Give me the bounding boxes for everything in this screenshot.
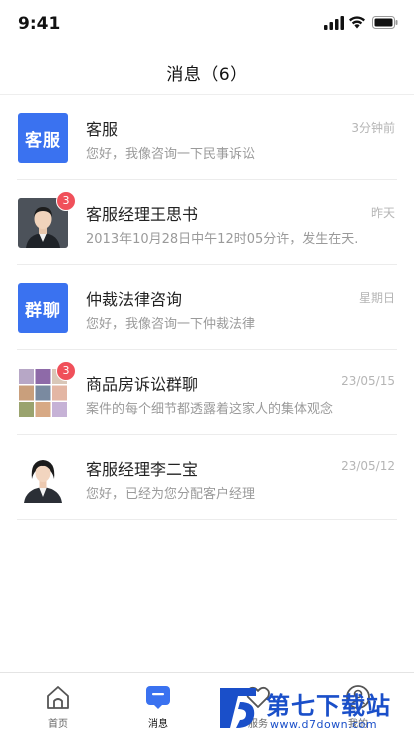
watermark-url: www.d7down.com: [270, 718, 378, 731]
conversation-row[interactable]: 3 客服经理王思书 昨天 2013年10月28日中午12时05分许，发生在天..…: [0, 180, 414, 265]
message-icon: [146, 686, 170, 709]
conversation-row[interactable]: 3 商品房诉讼群聊 23/05/15 案件的每个细节都透露着这家人的集体观念: [0, 350, 414, 435]
status-bar: 9:41: [0, 0, 414, 48]
page-title: 消息（6）: [166, 65, 248, 85]
conversation-name: 商品房诉讼群聊: [86, 375, 199, 394]
tab-home[interactable]: 首页: [18, 673, 98, 737]
watermark-logo-icon: [220, 688, 256, 728]
watermark: 第七下载站 www.d7down.com: [214, 684, 410, 734]
conversation-preview: 您好，已经为您分配客户经理: [86, 487, 256, 502]
avatar: 3: [18, 361, 76, 418]
conversation-row[interactable]: 客服 客服 3分钟前 您好，我像咨询一下民事诉讼: [0, 95, 414, 180]
conversation-row[interactable]: 群聊 仲裁法律咨询 星期日 您好，我像咨询一下仲裁法律: [0, 265, 414, 350]
wifi-icon: [349, 16, 365, 29]
conversation-name: 仲裁法律咨询: [86, 290, 183, 309]
divider: [17, 519, 397, 520]
unread-badge: 3: [56, 361, 76, 381]
status-time: 9:41: [18, 14, 61, 34]
conversation-time: 3分钟前: [351, 121, 395, 135]
conversation-name: 客服经理王思书: [86, 205, 199, 224]
conversation-list: 客服 客服 3分钟前 您好，我像咨询一下民事诉讼 3 客服经理王思书 昨天 20…: [0, 95, 414, 520]
header: 消息（6）: [0, 48, 414, 95]
avatar: 客服: [18, 113, 68, 163]
home-icon: [47, 686, 69, 709]
avatar: 群聊: [18, 283, 68, 333]
conversation-preview: 您好，我像咨询一下民事诉讼: [86, 147, 256, 162]
conversation-time: 星期日: [358, 291, 395, 305]
tab-label: 首页: [48, 719, 68, 730]
signal-icon: [324, 16, 344, 30]
tab-label: 消息: [148, 719, 168, 730]
unread-badge: 3: [56, 191, 76, 211]
conversation-time: 23/05/15: [341, 374, 395, 388]
avatar-text: 客服: [18, 113, 68, 163]
conversation-name: 客服: [86, 120, 119, 139]
woman-photo-icon: [18, 453, 68, 503]
conversation-name: 客服经理李二宝: [86, 460, 199, 479]
avatar: [18, 453, 68, 503]
conversation-preview: 案件的每个细节都透露着这家人的集体观念: [86, 402, 334, 417]
tab-messages[interactable]: 消息: [118, 673, 198, 737]
conversation-time: 昨天: [370, 206, 395, 220]
conversation-preview: 2013年10月28日中午12时05分许，发生在天...: [86, 232, 358, 247]
avatar-text: 群聊: [18, 283, 68, 333]
conversation-row[interactable]: 客服经理李二宝 23/05/12 您好，已经为您分配客户经理: [0, 435, 414, 520]
conversation-time: 23/05/12: [341, 459, 395, 473]
avatar: 3: [18, 191, 76, 248]
battery-icon: [372, 16, 398, 29]
watermark-text: 第七下载站: [266, 692, 391, 720]
conversation-preview: 您好，我像咨询一下仲裁法律: [86, 317, 256, 332]
